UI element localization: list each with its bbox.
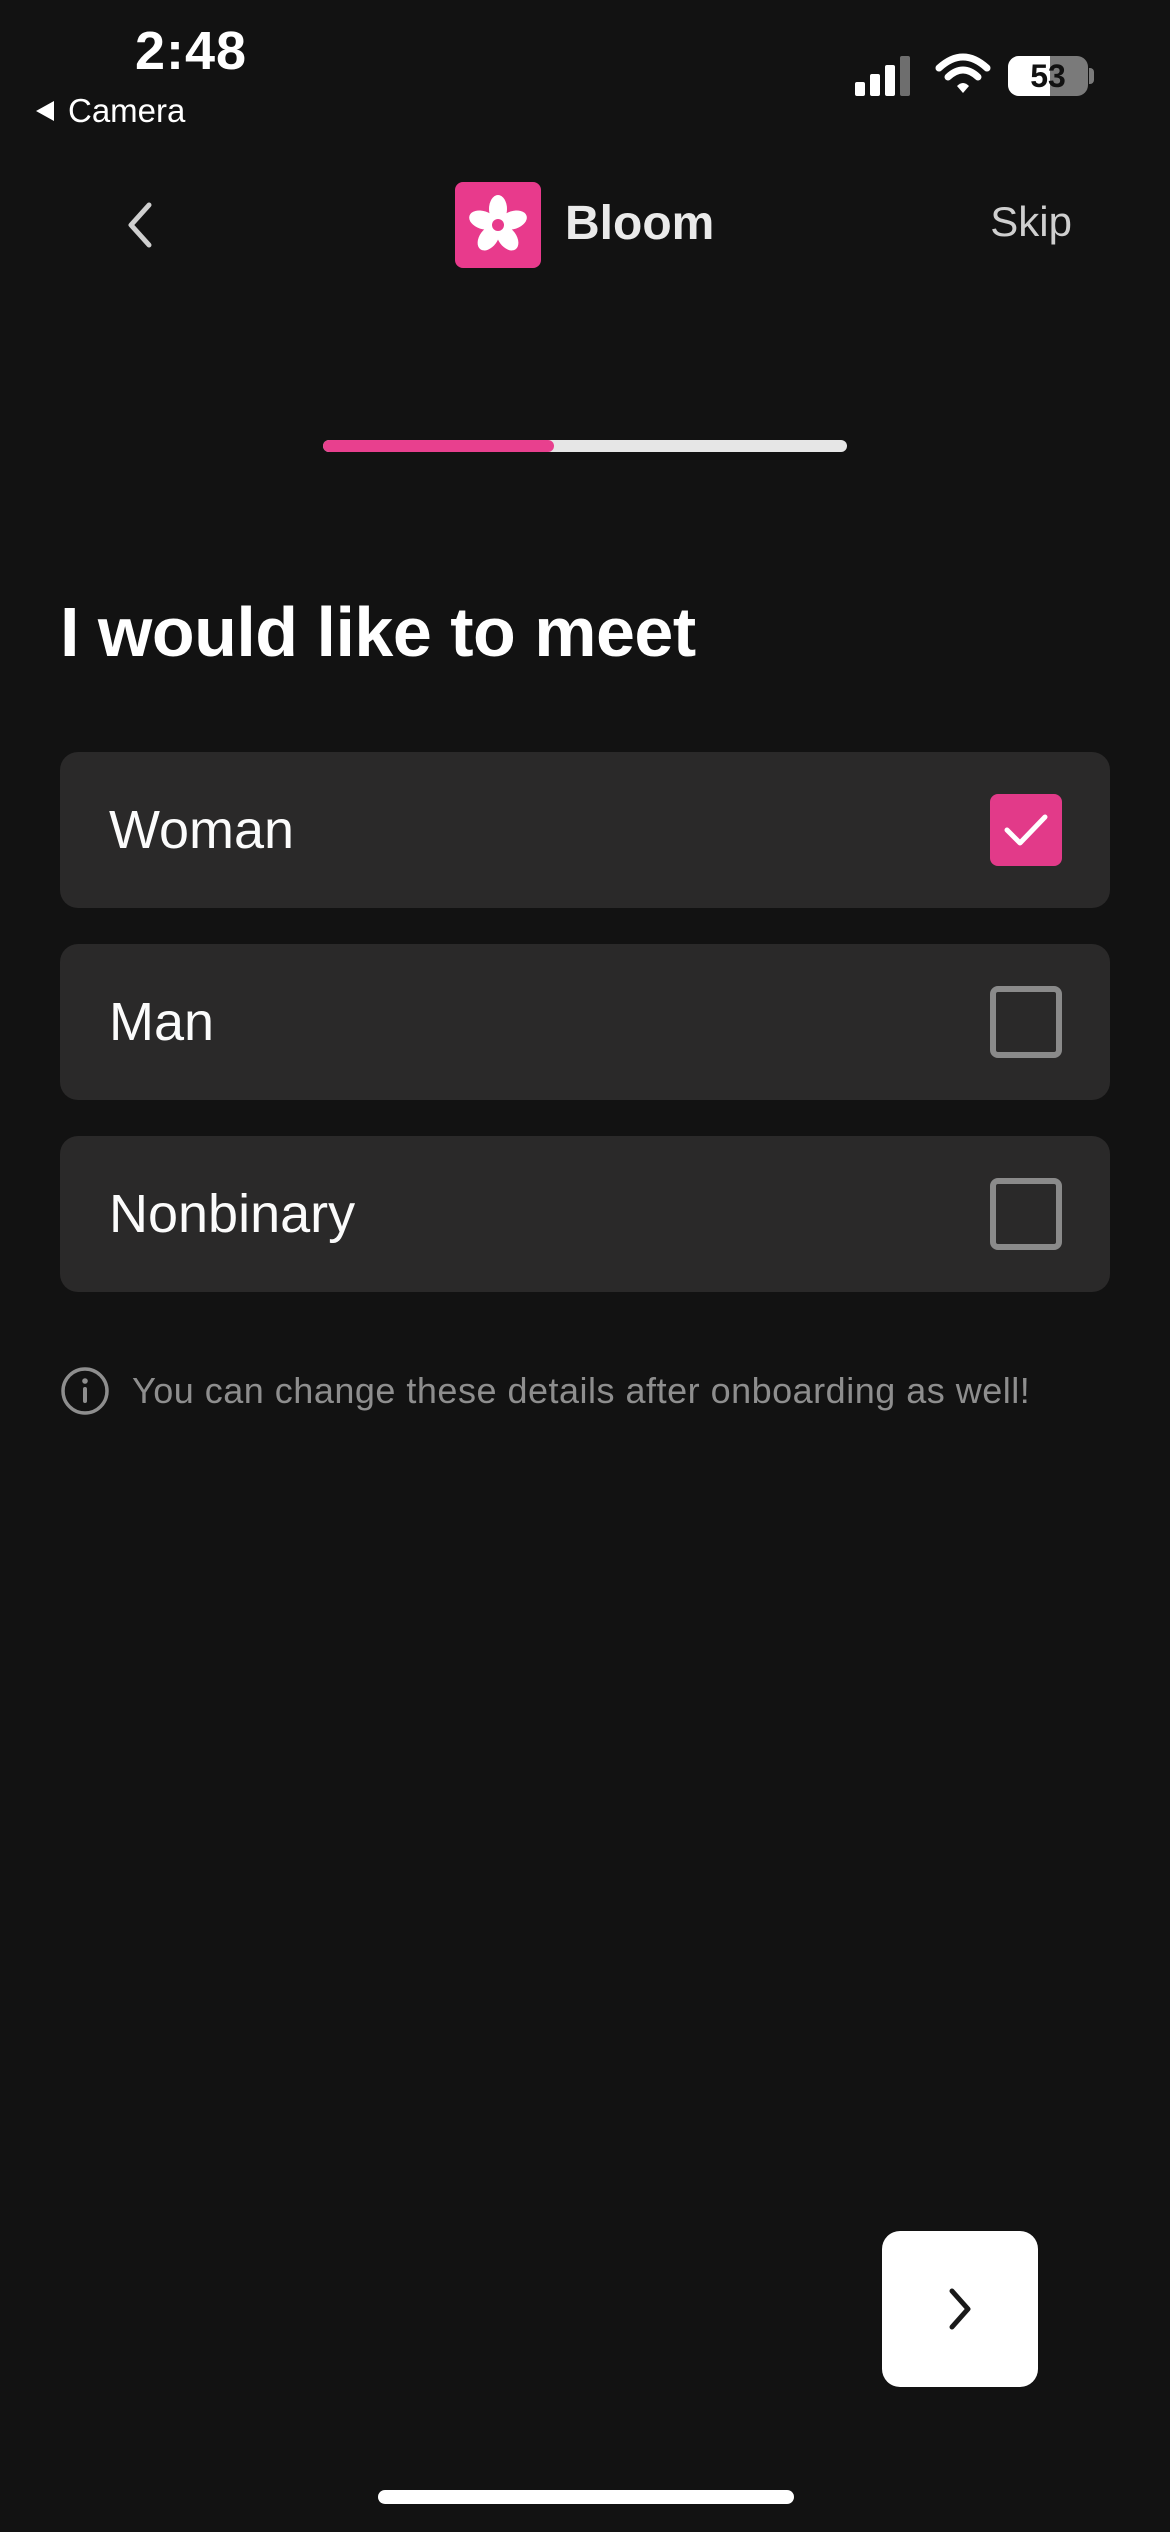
battery-indicator: 53: [1008, 56, 1088, 96]
skip-button[interactable]: Skip: [990, 198, 1072, 246]
next-button[interactable]: [882, 2231, 1038, 2387]
chevron-right-icon: [949, 2288, 971, 2330]
flower-icon: [469, 195, 527, 251]
option-label: Man: [109, 992, 215, 1052]
checkmark-icon: [1004, 814, 1048, 846]
progress-fill: [323, 440, 554, 452]
option-label: Woman: [109, 800, 295, 860]
chevron-left-icon: [128, 202, 152, 248]
battery-level: 53: [1030, 57, 1066, 94]
battery-cap: [1089, 68, 1094, 84]
info-note: You can change these details after onboa…: [60, 1366, 1030, 1416]
back-app-label: Camera: [68, 92, 186, 129]
cellular-signal-icon: [855, 56, 910, 96]
info-text: You can change these details after onboa…: [132, 1370, 1031, 1411]
checkbox-unchecked[interactable]: [990, 986, 1062, 1058]
option-nonbinary[interactable]: Nonbinary: [60, 1136, 1110, 1292]
option-label: Nonbinary: [109, 1184, 356, 1244]
info-circle-icon: [61, 1367, 109, 1415]
back-triangle-icon: [36, 101, 54, 121]
back-to-camera-link[interactable]: Camera: [36, 92, 185, 130]
option-woman[interactable]: Woman: [60, 752, 1110, 908]
option-man[interactable]: Man: [60, 944, 1110, 1100]
checkbox-checked[interactable]: [990, 794, 1062, 866]
app-logo: [455, 182, 541, 268]
back-button[interactable]: [115, 195, 165, 255]
brand-name: Bloom: [565, 197, 715, 250]
wifi-icon: [935, 53, 991, 93]
checkbox-unchecked[interactable]: [990, 1178, 1062, 1250]
home-indicator[interactable]: [378, 2490, 794, 2504]
status-time: 2:48: [135, 21, 248, 81]
page-title: I would like to meet: [60, 593, 696, 671]
onboarding-progress-bar: [323, 440, 847, 452]
